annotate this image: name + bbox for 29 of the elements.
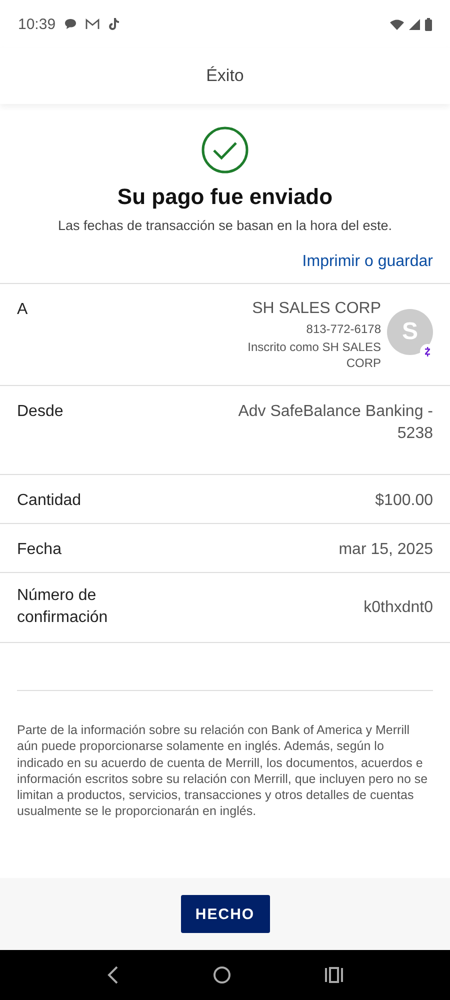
row-value: Adv SafeBalance Banking - 5238 <box>237 402 433 444</box>
music-note-icon <box>108 17 120 31</box>
recipient-name: SH SALES CORP <box>252 299 381 319</box>
home-icon[interactable] <box>213 966 231 984</box>
enrollment-note: Inscrito como SH SALES CORP <box>246 339 381 371</box>
disclaimer-text: Parte de la información sobre su relación con Bank of America y Merrill aún puede proporcionarse solamente en inglés. Además, según lo indicado en su acuerdo de cuenta de Merrill, los documentos, acuerdos e información escritos sobre su relación con Merrill, que incluyen pero no se limitan a productos, servicios, transacciones y otros detalles de cuentas usualmente se le proporcionarán en inglés. <box>17 722 429 820</box>
wifi-icon <box>390 18 404 30</box>
battery-icon <box>425 18 432 30</box>
recipient-phone: 813-772-6178 <box>306 321 381 337</box>
confirmation-title: Su pago fue enviado <box>117 184 333 210</box>
row-value: k0thxdnt0 <box>364 598 433 618</box>
print-or-save-link[interactable]: Imprimir o guardar <box>302 253 433 271</box>
row-label: Número de confirmación <box>17 586 109 628</box>
back-icon[interactable] <box>107 966 119 984</box>
row-label: Desde <box>17 402 64 422</box>
row-label: Cantidad <box>17 491 82 511</box>
row-value: $100.00 <box>375 491 433 511</box>
page-title: Éxito <box>206 66 244 86</box>
check-circle-icon <box>201 126 249 174</box>
done-button[interactable]: HECHO <box>180 895 270 933</box>
row-value: mar 15, 2025 <box>338 540 433 560</box>
chat-bubble-icon <box>64 18 77 30</box>
row-label: Fecha <box>17 540 62 560</box>
row-label: A <box>17 300 29 320</box>
recent-apps-icon[interactable] <box>325 967 343 983</box>
clock-time: 10:39 <box>18 16 56 32</box>
mail-icon <box>84 18 100 30</box>
signal-icon <box>409 18 420 30</box>
confirmation-subtitle: Las fechas de transacción se basan en la hora del este. <box>58 218 392 233</box>
